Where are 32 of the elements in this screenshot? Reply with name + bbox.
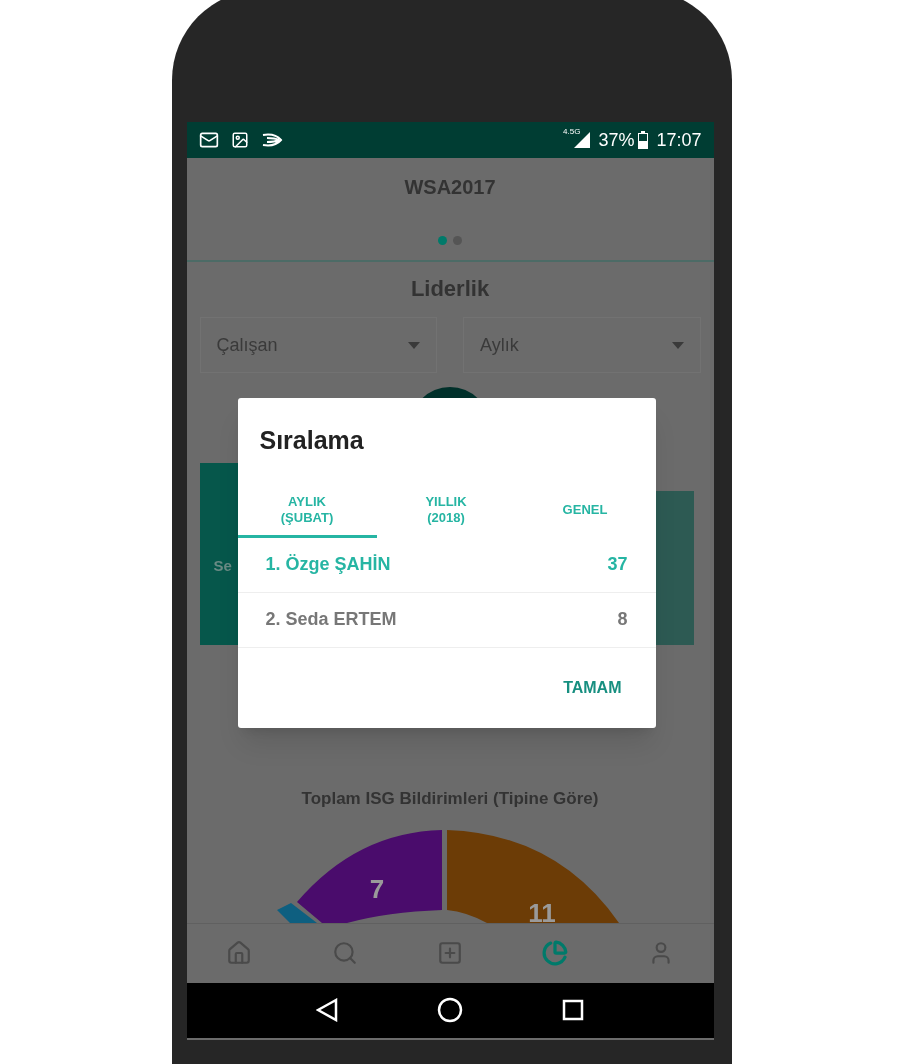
home-icon[interactable] xyxy=(226,940,253,966)
battery-icon xyxy=(638,131,649,149)
image-icon xyxy=(230,131,249,149)
slice-label: 11 xyxy=(527,897,556,923)
section-title: Liderlik xyxy=(410,275,490,303)
search-icon[interactable] xyxy=(331,940,358,966)
swirl-icon xyxy=(260,133,283,147)
dialog-title: Sıralama xyxy=(259,425,365,456)
app-title: WSA2017 xyxy=(404,175,496,200)
card-text: Se xyxy=(213,555,232,576)
ranking-name: 2. Seda ERTEM xyxy=(265,608,397,631)
chart-icon[interactable] xyxy=(542,940,569,966)
ok-button[interactable]: TAMAM xyxy=(549,669,636,706)
tab[interactable]: AYLIK (ŞUBAT) xyxy=(237,485,377,538)
ranking-score: 37 xyxy=(607,553,628,576)
add-icon[interactable] xyxy=(436,940,463,966)
tab[interactable]: GENEL xyxy=(515,485,655,538)
square-icon[interactable] xyxy=(562,999,584,1021)
caret-icon xyxy=(408,341,420,349)
mail-icon xyxy=(198,130,219,150)
signal-icon xyxy=(574,132,591,148)
slice-label: 7 xyxy=(369,873,384,904)
home-circle-icon[interactable] xyxy=(437,997,463,1023)
tab[interactable]: YILLIK (2018) xyxy=(376,485,516,538)
chart-title: Toplam ISG Bildirimleri (Tipine Göre) xyxy=(301,788,599,810)
ranking-score: 8 xyxy=(617,608,628,631)
caret-icon xyxy=(671,341,684,349)
battery-percent: 37% xyxy=(598,128,635,152)
ranking-name: 1. Özge ŞAHİN xyxy=(265,553,391,576)
back-icon[interactable] xyxy=(316,998,338,1022)
clock: 17:07 xyxy=(656,128,702,152)
network-label: 4.5G xyxy=(563,126,581,138)
